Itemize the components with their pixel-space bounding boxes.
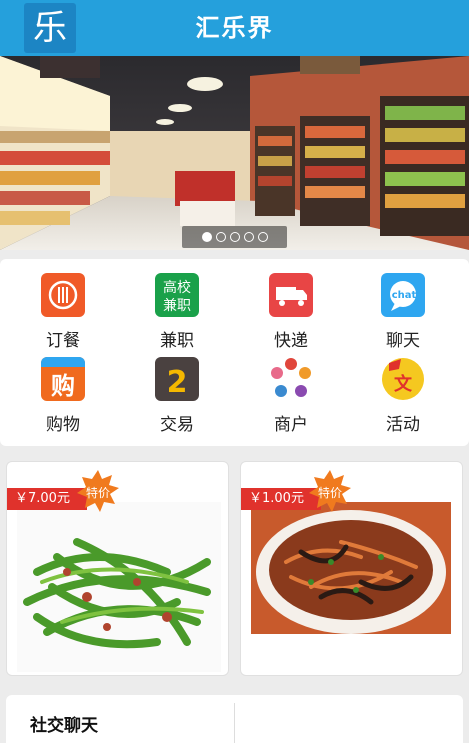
banner-carousel[interactable] bbox=[0, 56, 469, 250]
grid-label: 兼职 bbox=[160, 331, 194, 351]
price-tag: ￥7.00元 bbox=[7, 488, 87, 510]
svg-text:chat: chat bbox=[392, 290, 417, 301]
divider bbox=[234, 703, 235, 743]
grid-item-activity[interactable]: 文 活动 bbox=[363, 357, 443, 437]
grid-item-part-time-job[interactable]: 高校 兼职 兼职 bbox=[137, 273, 217, 353]
svg-text:2: 2 bbox=[167, 365, 188, 400]
grid-label: 快递 bbox=[274, 331, 308, 351]
trade-icon: 2 bbox=[155, 357, 199, 401]
svg-text:文: 文 bbox=[394, 373, 413, 395]
section-title: 社交聊天 bbox=[30, 716, 98, 736]
function-grid: 订餐 高校 兼职 兼职 快递 chat 聊天 购 购物 2 交易 商户 文 活动 bbox=[0, 259, 469, 446]
grid-label: 活动 bbox=[386, 415, 420, 435]
product-image-green-beans bbox=[17, 502, 221, 672]
svg-text:高校: 高校 bbox=[163, 279, 191, 296]
grid-label: 聊天 bbox=[386, 331, 420, 351]
carousel-dot[interactable] bbox=[258, 232, 268, 242]
badge-label: 特价 bbox=[317, 486, 342, 500]
carousel-indicator bbox=[182, 226, 287, 248]
carousel-dot[interactable] bbox=[216, 232, 226, 242]
part-time-job-icon: 高校 兼职 bbox=[155, 273, 199, 317]
product-image-pork-dish bbox=[251, 502, 451, 634]
grid-item-merchant[interactable]: 商户 bbox=[251, 357, 331, 437]
shopping-icon: 购 bbox=[41, 357, 85, 401]
badge-label: 特价 bbox=[85, 486, 110, 500]
activity-icon: 文 bbox=[381, 357, 425, 401]
carousel-dot[interactable] bbox=[202, 232, 212, 242]
grid-item-delivery[interactable]: 快递 bbox=[251, 273, 331, 353]
svg-text:购: 购 bbox=[51, 372, 75, 400]
delivery-truck-icon bbox=[269, 273, 313, 317]
special-offer-badge: 特价 bbox=[77, 470, 119, 512]
grid-label: 交易 bbox=[160, 415, 194, 435]
chat-bubble-icon: chat bbox=[381, 273, 425, 317]
special-offer-badge: 特价 bbox=[309, 470, 351, 512]
dining-icon bbox=[41, 273, 85, 317]
grid-label: 商户 bbox=[274, 415, 308, 435]
social-chat-section[interactable]: 社交聊天 bbox=[6, 695, 463, 743]
page-title: 汇乐界 bbox=[195, 14, 274, 42]
carousel-dot[interactable] bbox=[230, 232, 240, 242]
banner-image bbox=[0, 56, 469, 250]
merchant-icon bbox=[269, 357, 313, 401]
app-header: 乐 汇乐界 bbox=[0, 0, 469, 56]
grid-label: 订餐 bbox=[46, 331, 80, 351]
carousel-dot[interactable] bbox=[244, 232, 254, 242]
grid-item-dining[interactable]: 订餐 bbox=[23, 273, 103, 353]
grid-item-shopping[interactable]: 购 购物 bbox=[23, 357, 103, 437]
svg-text:兼职: 兼职 bbox=[163, 298, 191, 314]
product-card[interactable]: ￥7.00元 特价 bbox=[6, 461, 229, 676]
grid-item-chat[interactable]: chat 聊天 bbox=[363, 273, 443, 353]
product-card[interactable]: ￥1.00元 特价 bbox=[240, 461, 463, 676]
grid-item-trade[interactable]: 2 交易 bbox=[137, 357, 217, 437]
grid-label: 购物 bbox=[46, 415, 80, 435]
